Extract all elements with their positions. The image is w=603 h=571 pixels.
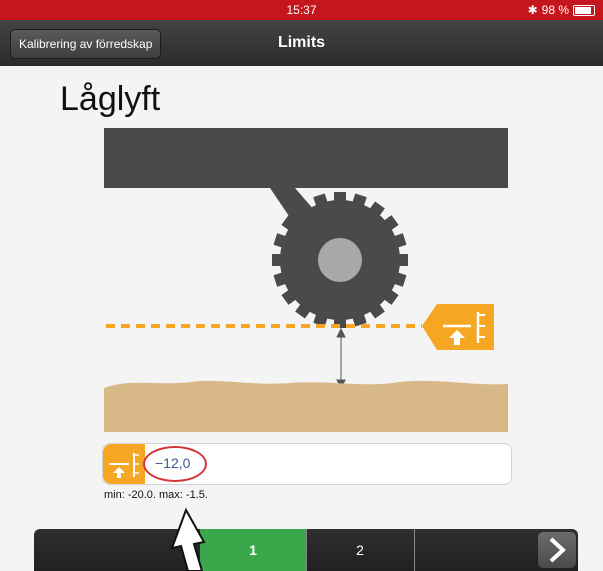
frame-beam (104, 128, 508, 188)
chevron-right-icon (549, 537, 566, 563)
highlight-circle (143, 446, 207, 482)
next-button[interactable] (538, 532, 576, 568)
step-2[interactable]: 2 (307, 529, 413, 571)
range-note: min: -20.0. max: -1.5. (104, 489, 208, 501)
step-1[interactable]: 1 (200, 529, 306, 571)
height-arrow (336, 327, 346, 390)
step-divider (414, 529, 415, 571)
height-limit-icon (103, 444, 145, 484)
step-bar: 1 2 (34, 529, 578, 571)
lift-illustration (104, 128, 508, 432)
height-limit-icon (422, 304, 494, 350)
soil-ground (104, 380, 508, 432)
